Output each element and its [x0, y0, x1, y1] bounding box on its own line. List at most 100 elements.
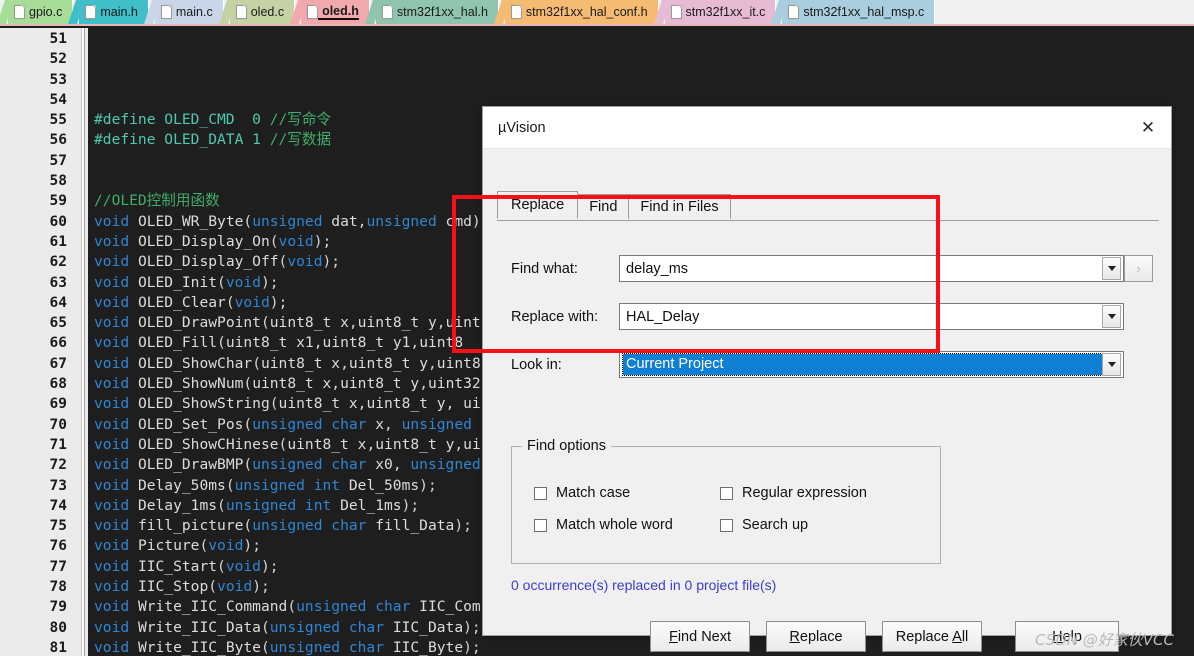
look-in-combo[interactable]: Current Project [619, 351, 1124, 378]
line-number: 74 [49, 497, 67, 514]
dialog-tab-replace[interactable]: Replace [497, 191, 579, 219]
replace-with-input[interactable]: HAL_Delay [620, 309, 1102, 325]
editor-tab-bar: gpio.c main.h main.c oled.c oled.h stm32f1xx_… [0, 0, 1194, 26]
look-in-row: Look in: Current Project [511, 351, 1145, 378]
line-number: 67 [49, 355, 67, 372]
dialog-body: Replace Find Find in Files Find what: dela… [483, 149, 1171, 652]
editor-tab-stm32f1xx_it-c[interactable]: stm32f1xx_it.c [664, 0, 777, 24]
line-number: 51 [49, 31, 67, 47]
line-number: 75 [49, 518, 67, 535]
watermark-text: CSDN @好家伙VCC [1034, 631, 1174, 649]
file-icon [510, 5, 522, 19]
replace-with-row: Replace with: HAL_Delay [511, 303, 1145, 330]
editor-tab-stm32f1xx_hal-h[interactable]: stm32f1xx_hal.h [375, 0, 499, 24]
editor-tab-label: main.h [100, 5, 138, 19]
chevron-down-icon[interactable] [1102, 257, 1121, 280]
line-number: 73 [49, 477, 67, 494]
dialog-tab-label: Find [589, 199, 618, 215]
dialog-tab-strip: Replace Find Find in Files [497, 191, 731, 219]
line-number: 70 [49, 416, 67, 433]
dialog-tab-find-in-files[interactable]: Find in Files [628, 194, 731, 219]
editor-tab-label: oled.h [318, 4, 359, 20]
file-icon [14, 5, 25, 19]
editor-tab-oled-c[interactable]: oled.c [229, 0, 296, 24]
checkbox-icon[interactable] [534, 486, 547, 500]
line-number: 63 [49, 274, 67, 291]
checkbox-match-whole-word[interactable]: Match whole word [534, 517, 673, 533]
line-number: 54 [49, 91, 67, 108]
file-icon [85, 5, 97, 19]
file-icon [160, 5, 172, 19]
dialog-tab-underline [497, 220, 1159, 221]
editor-tab-oled-h[interactable]: oled.h [301, 0, 370, 24]
button-replace[interactable]: Replace [766, 621, 866, 652]
line-number: 56 [49, 132, 67, 149]
editor-tab-label: stm32f1xx_it.c [685, 5, 766, 19]
line-number: 66 [49, 335, 67, 352]
button-find-next[interactable]: Find Next [650, 621, 750, 652]
editor-tab-label: gpio.c [29, 5, 63, 19]
checkbox-label: Match whole word [556, 517, 673, 533]
editor-tab-main-h[interactable]: main.h [79, 0, 149, 24]
line-number: 61 [49, 233, 67, 250]
line-number: 55 [49, 112, 67, 129]
editor-tab-stm32f1xx_hal_conf-h[interactable]: stm32f1xx_hal_conf.h [504, 0, 659, 24]
line-number: 68 [49, 376, 67, 393]
dialog-title-bar: µVision ✕ [483, 107, 1171, 149]
look-in-value[interactable]: Current Project [622, 353, 1103, 376]
file-icon [235, 5, 247, 19]
editor-tab-main-c[interactable]: main.c [154, 0, 224, 24]
replace-with-label: Replace with: [511, 308, 599, 325]
find-what-row: Find what: delay_ms [511, 255, 1145, 282]
checkbox-icon[interactable] [720, 518, 733, 532]
checkbox-icon[interactable] [720, 486, 733, 500]
find-options-group: Find options Match case Regular expressio… [511, 438, 941, 564]
find-what-input[interactable]: delay_ms [620, 261, 1102, 277]
editor-tab-gpio-c[interactable]: gpio.c [8, 0, 74, 24]
line-number: 57 [49, 152, 67, 169]
chevron-down-icon[interactable] [1102, 353, 1121, 376]
chevron-down-icon[interactable] [1102, 305, 1121, 328]
button-label: Replace All [895, 628, 969, 645]
checkbox-regular-expression[interactable]: Regular expression [720, 485, 867, 501]
editor-tab-label: stm32f1xx_hal_msp.c [803, 5, 925, 19]
checkbox-icon[interactable] [534, 518, 547, 532]
line-number: 77 [49, 558, 67, 575]
line-number: 58 [49, 173, 67, 190]
line-number: 69 [49, 396, 67, 413]
find-what-combo[interactable]: delay_ms [619, 255, 1124, 282]
dialog-title: µVision [498, 119, 546, 136]
checkbox-label: Match case [556, 485, 631, 501]
find-replace-dialog: µVision ✕ Replace Find Find in Files Find … [482, 106, 1172, 652]
line-number: 52 [49, 51, 67, 68]
editor-tab-label: stm32f1xx_hal.h [396, 5, 488, 19]
line-number: 79 [49, 599, 67, 616]
status-message: 0 occurrence(s) replaced in 0 project fi… [511, 577, 777, 593]
button-label: Replace [789, 628, 843, 645]
checkbox-search-up[interactable]: Search up [720, 517, 808, 533]
file-icon [381, 5, 393, 19]
line-number: 65 [49, 315, 67, 332]
close-icon[interactable]: ✕ [1125, 107, 1171, 148]
line-number-gutter: 51 52 53 54 55 56 57 58 59 60 61 62 63 64 65 66 67 68 69 70… [0, 28, 82, 656]
line-number: 71 [49, 436, 67, 453]
button-label: Find Next [668, 628, 732, 645]
editor-tab-stm32f1xx_hal_msp-c[interactable]: stm32f1xx_hal_msp.c [782, 0, 936, 24]
file-icon [788, 5, 800, 19]
checkbox-match-case[interactable]: Match case [534, 485, 630, 501]
line-number: 62 [49, 254, 67, 271]
editor-tab-label: stm32f1xx_hal_conf.h [525, 5, 648, 19]
replace-with-combo[interactable]: HAL_Delay [619, 303, 1124, 330]
line-number: 60 [49, 213, 67, 230]
checkbox-label: Search up [742, 517, 809, 533]
find-options-legend: Find options [522, 438, 611, 454]
button-replace-all[interactable]: Replace All [882, 621, 982, 652]
editor-tab-label: oled.c [250, 5, 285, 19]
editor-tab-label: main.c [175, 5, 213, 19]
dialog-tab-find[interactable]: Find [577, 194, 630, 219]
browse-button[interactable]: › [1124, 255, 1153, 282]
line-number: 78 [49, 579, 67, 596]
file-icon [670, 5, 682, 19]
